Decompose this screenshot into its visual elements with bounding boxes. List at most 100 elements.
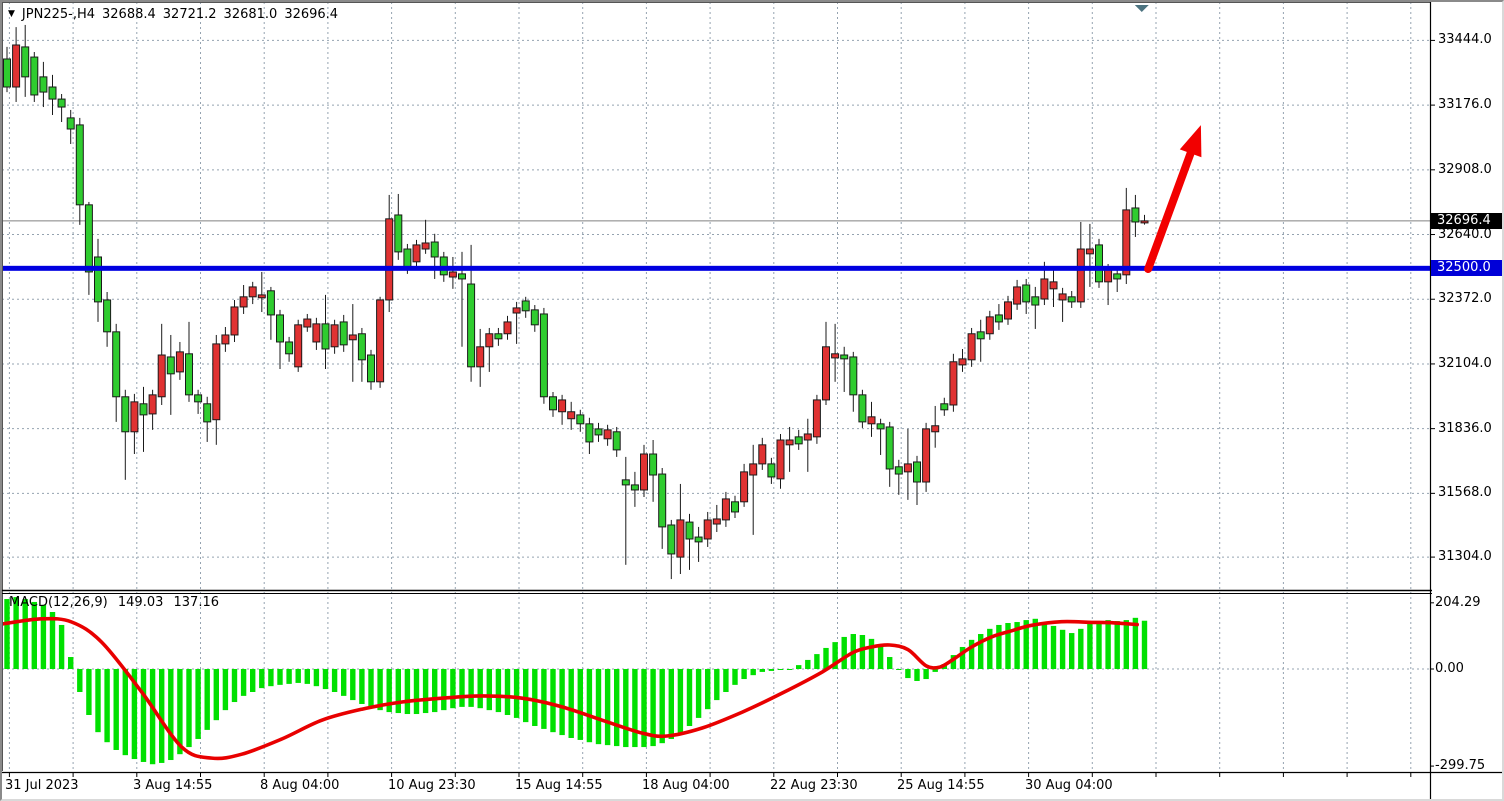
macd-bar — [50, 612, 55, 669]
macd-bar — [195, 669, 200, 739]
macd-bar — [368, 669, 373, 707]
candle-body — [158, 355, 165, 397]
macd-bar — [487, 669, 492, 710]
candle-body — [368, 355, 375, 382]
axis-ticks — [9, 40, 1435, 777]
candle-body — [659, 474, 666, 527]
macd-bar — [687, 669, 692, 726]
candle-body — [1068, 297, 1075, 302]
macd-bar — [268, 669, 273, 686]
candle-body — [995, 315, 1002, 322]
candle-body — [695, 537, 702, 542]
candle-body — [104, 300, 111, 332]
close-value: 32696.4 — [284, 7, 338, 22]
candle-body — [477, 347, 484, 367]
macd-bar — [1087, 624, 1092, 669]
price-axis-label: 32372.0 — [1438, 291, 1492, 306]
candle-body — [1050, 282, 1057, 289]
candle-body — [704, 520, 711, 539]
macd-bar — [1105, 620, 1110, 669]
candle-body — [131, 402, 138, 432]
price-axis-label: 31304.0 — [1438, 549, 1492, 564]
chart-canvas[interactable] — [2, 2, 1504, 801]
macd-bar — [86, 669, 91, 715]
candle-body — [358, 334, 365, 360]
macd-bar — [923, 669, 928, 679]
candle-body — [31, 57, 38, 95]
macd-bar — [532, 669, 537, 726]
candle-body — [213, 344, 220, 420]
macd-bar — [669, 669, 674, 739]
candle-body — [195, 395, 202, 402]
candle-body — [1123, 210, 1130, 275]
macd-bar — [277, 669, 282, 685]
macd-bar — [1069, 633, 1074, 669]
candle-body — [859, 395, 866, 422]
candle-body — [877, 424, 884, 429]
macd-bar — [432, 669, 437, 712]
candle-body — [277, 315, 284, 342]
candles — [4, 25, 1149, 579]
macd-bar — [95, 669, 100, 732]
candle-body — [258, 295, 265, 298]
macd-bar — [778, 669, 783, 670]
candle-body — [449, 272, 456, 277]
macd-bar — [332, 669, 337, 692]
triangle-down-icon: ▼ — [8, 9, 15, 19]
candle-body — [113, 332, 120, 397]
time-axis-label: 8 Aug 04:00 — [260, 778, 339, 793]
open-value: 32688.4 — [102, 7, 156, 22]
candle-body — [249, 287, 256, 297]
candle-body — [1141, 221, 1148, 223]
candle-body — [668, 525, 675, 554]
candle-body — [422, 243, 429, 249]
macd-bar — [696, 669, 701, 718]
candle-body — [495, 334, 502, 339]
macd-bar — [1051, 626, 1056, 669]
time-axis-label: 10 Aug 23:30 — [388, 778, 476, 793]
time-axis-label: 15 Aug 14:55 — [515, 778, 603, 793]
candle-body — [1023, 285, 1030, 302]
time-axis-label: 3 Aug 14:55 — [133, 778, 212, 793]
candle-body — [886, 427, 893, 469]
candle-body — [22, 47, 29, 77]
macd-bar — [623, 669, 628, 747]
candle-body — [1005, 302, 1012, 319]
time-axis-label: 31 Jul 2023 — [5, 778, 79, 793]
level-line — [2, 266, 1430, 271]
price-axis-label: 33176.0 — [1438, 97, 1492, 112]
time-axis-label: 30 Aug 04:00 — [1025, 778, 1113, 793]
macd-bar — [123, 669, 128, 755]
macd-bar — [41, 605, 46, 669]
candle-body — [240, 297, 247, 307]
macd-bar — [396, 669, 401, 713]
candle-body — [58, 99, 65, 107]
macd-bar — [805, 660, 810, 669]
macd-bar — [705, 669, 710, 709]
high-value: 32721.2 — [163, 7, 217, 22]
macd-bar — [914, 669, 919, 681]
macd-bar — [77, 669, 82, 692]
candle-body — [76, 125, 83, 205]
macd-bar — [523, 669, 528, 722]
candle-body — [167, 357, 174, 374]
candle-body — [986, 317, 993, 334]
macd-bar — [578, 669, 583, 740]
candle-body — [386, 219, 393, 300]
macd-bar — [769, 669, 774, 671]
macd-bar — [59, 625, 64, 669]
candle-body — [759, 445, 766, 464]
macd-bar — [259, 669, 264, 688]
candle-body — [977, 332, 984, 339]
candle-body — [768, 464, 775, 477]
candle-body — [304, 319, 311, 327]
macd-main-value: 149.03 — [118, 595, 164, 610]
candle-body — [377, 300, 384, 382]
macd-bar — [842, 637, 847, 669]
macd-bar — [186, 669, 191, 747]
macd-bar — [896, 669, 901, 670]
candle-body — [804, 434, 811, 440]
candle-body — [613, 432, 620, 450]
candle-body — [176, 352, 183, 372]
macd-bar — [905, 669, 910, 678]
